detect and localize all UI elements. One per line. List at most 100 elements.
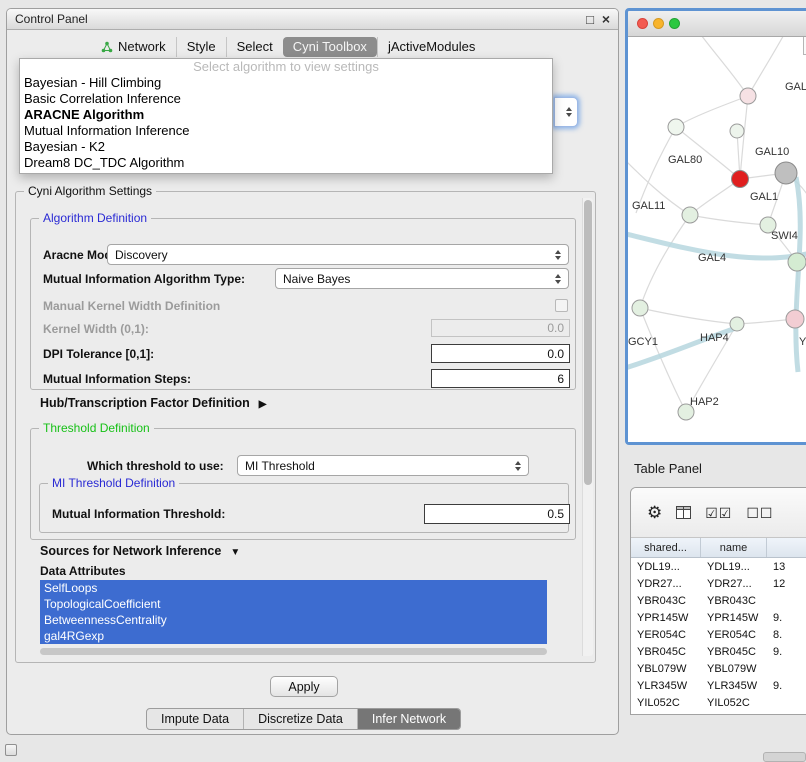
manual-kernel-checkbox[interactable] [555,299,568,312]
network-node[interactable] [682,207,698,223]
settings-vertical-scrollbar[interactable] [582,198,593,656]
cell: YDL19... [631,561,701,573]
table-row[interactable]: YDL19... YDL19... 13 [631,558,806,575]
apply-button[interactable]: Apply [270,676,338,697]
show-columns-icon[interactable] [676,506,691,519]
network-node[interactable] [668,119,684,135]
unselect-all-columns-icon[interactable]: ☐☐ [746,506,773,520]
network-window-titlebar[interactable] [628,11,806,37]
algorithm-option[interactable]: Mutual Information Inference [20,123,552,139]
algorithm-option[interactable]: Basic Correlation Inference [20,91,552,107]
which-threshold-select[interactable]: MI Threshold [237,455,529,476]
table-row[interactable]: YIL052C YIL052C [631,694,806,711]
network-node[interactable] [740,88,756,104]
group-title: Threshold Definition [39,421,154,435]
aracne-mode-select[interactable]: Discovery [107,244,569,265]
attribute-item-selected[interactable]: BetweennessCentrality [40,612,547,628]
horizontal-scrollbar-stub[interactable] [763,752,806,762]
scrollbar-thumb[interactable] [584,200,592,485]
network-node[interactable] [632,300,648,316]
network-node[interactable] [730,124,744,138]
control-panel-window: Control Panel □ × Network Style Select C… [6,8,619,735]
network-node[interactable] [732,171,749,188]
node-label: SWI4 [771,230,798,242]
tab-cyni-toolbox[interactable]: Cyni Toolbox [283,37,377,57]
network-node[interactable] [786,310,804,328]
zoom-traffic-light[interactable] [669,18,680,29]
tab-select[interactable]: Select [226,37,283,57]
table-panel-window: ⚙ ☑☑ ☐☐ shared... name YDL19... YDL19...… [630,487,806,715]
attributes-horizontal-scrollbar[interactable] [40,648,547,655]
group-title: Cyni Algorithm Settings [24,184,156,198]
tab-impute-data[interactable]: Impute Data [147,709,243,729]
column-header-shared-name[interactable]: shared... [631,538,701,557]
collapsed-arrow-icon: ▶ [259,399,267,410]
cell: YBR043C [631,595,701,607]
close-traffic-light[interactable] [637,18,648,29]
algorithm-option[interactable]: Bayesian - Hill Climbing [20,75,552,91]
tab-jactivemodules[interactable]: jActiveModules [377,37,485,57]
table-header-row: shared... name [631,538,806,558]
column-header-name[interactable]: name [701,538,767,557]
network-node[interactable] [775,162,797,184]
tab-label: jActiveModules [388,39,475,55]
network-node[interactable] [730,317,744,331]
table-row[interactable]: YPR145W YPR145W 9. [631,609,806,626]
column-header-clipped[interactable] [767,538,806,557]
cell: 9. [767,680,806,692]
tab-discretize-data[interactable]: Discretize Data [243,709,357,729]
node-label: HAP2 [690,396,719,408]
collapsed-panel-icon[interactable] [5,744,17,756]
dropdown-arrows-icon [566,107,572,117]
table-row[interactable]: YBR045C YBR045C 9. [631,643,806,660]
tab-style[interactable]: Style [176,37,226,57]
table-row[interactable]: YDR27... YDR27... 12 [631,575,806,592]
control-panel-titlebar[interactable]: Control Panel □ × [7,9,618,30]
minimize-traffic-light[interactable] [653,18,664,29]
tab-label: Style [187,39,216,55]
cell: YER054C [631,629,701,641]
node-label: Y [799,336,806,348]
mi-threshold-input[interactable]: 0.5 [424,504,570,524]
node-label: HAP4 [700,332,729,344]
cell: YBR045C [701,646,767,658]
network-node[interactable] [788,253,806,271]
cell: YER054C [701,629,767,641]
mi-steps-input[interactable]: 6 [431,369,570,388]
table-row[interactable]: YLR345W YLR345W 9. [631,677,806,694]
table-row[interactable]: YER054C YER054C 8. [631,626,806,643]
tab-label: Cyni Toolbox [293,39,367,55]
group-title: MI Threshold Definition [48,476,179,490]
cell: YPR145W [701,612,767,624]
float-window-icon[interactable]: □ [586,9,594,30]
kernel-width-input[interactable]: 0.0 [431,319,570,337]
attribute-item-selected[interactable]: gal4RGexp [40,628,547,644]
cell: YBL079W [631,663,701,675]
combo-value: Naive Bayes [283,272,549,286]
close-icon[interactable]: × [602,9,610,30]
network-graph[interactable]: GAL7 GAL80 GAL10 GAL11 GAL1 SWI4 GAL4 GC… [628,37,806,442]
table-row[interactable]: YBL079W YBL079W [631,660,806,677]
dpi-tolerance-input[interactable]: 0.0 [431,344,570,363]
bottom-tabstrip: Impute Data Discretize Data Infer Networ… [146,708,461,730]
desktop: Control Panel □ × Network Style Select C… [0,0,806,762]
node-label: GAL1 [750,191,778,203]
network-canvas[interactable]: GAL7 GAL80 GAL10 GAL11 GAL1 SWI4 GAL4 GC… [628,37,806,442]
mi-type-select[interactable]: Naive Bayes [275,268,569,289]
threshold-definition-group: Threshold Definition Which threshold to … [30,428,576,540]
tab-infer-network[interactable]: Infer Network [357,709,460,729]
attribute-item-selected[interactable]: SelfLoops [40,580,547,596]
table-row[interactable]: YBR043C YBR043C [631,592,806,609]
attribute-item-selected[interactable]: TopologicalCoefficient [40,596,547,612]
algorithm-option[interactable]: Bayesian - K2 [20,139,552,155]
tab-network[interactable]: Network [91,37,176,57]
hub-section-toggle[interactable]: Hub/Transcription Factor Definition▶ [40,396,266,410]
data-attributes-list: SelfLoops TopologicalCoefficient Between… [40,580,547,644]
cell: 8. [767,629,806,641]
select-all-columns-icon[interactable]: ☑☑ [705,506,732,520]
algorithm-option[interactable]: Dream8 DC_TDC Algorithm [20,155,552,171]
algorithm-option-selected[interactable]: ARACNE Algorithm [20,107,552,123]
algorithm-select-button[interactable] [554,97,578,127]
gear-icon[interactable]: ⚙ [647,504,662,521]
sources-section-toggle[interactable]: Sources for Network Inference▼ [40,544,240,558]
